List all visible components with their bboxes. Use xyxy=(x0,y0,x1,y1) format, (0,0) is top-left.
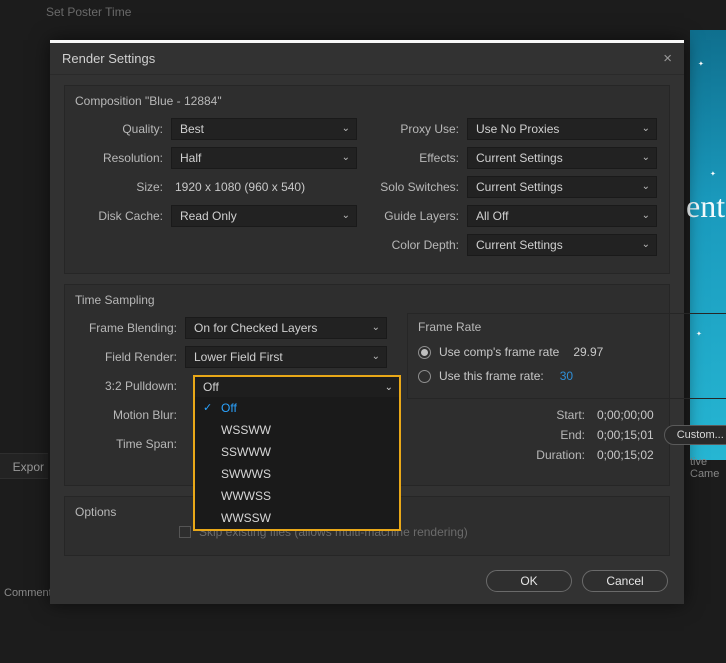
preview-text-fragment: ent xyxy=(686,188,725,225)
close-icon[interactable]: × xyxy=(663,50,672,67)
frame-blending-label: Frame Blending: xyxy=(75,321,185,335)
field-render-select[interactable]: Lower Field First ⌄ xyxy=(185,346,387,368)
pulldown-option-wwssw[interactable]: WWSSW xyxy=(195,507,399,529)
dialog-title: Render Settings xyxy=(62,51,155,66)
time-span-label: Time Span: xyxy=(75,437,185,451)
pulldown-label: 3:2 Pulldown: xyxy=(75,379,185,393)
chevron-down-icon: ⌄ xyxy=(372,351,380,362)
set-poster-time-button[interactable]: Set Poster Time xyxy=(46,0,131,24)
solo-switches-label: Solo Switches: xyxy=(377,180,467,194)
render-settings-dialog: Render Settings × Composition "Blue - 12… xyxy=(50,40,684,604)
time-sampling-section: Time Sampling Frame Blending: On for Che… xyxy=(64,284,670,486)
effects-label: Effects: xyxy=(377,151,467,165)
chevron-down-icon: ⌄ xyxy=(385,382,393,393)
chevron-down-icon: ⌄ xyxy=(642,152,650,163)
chevron-down-icon: ⌄ xyxy=(342,123,350,134)
frame-rate-title: Frame Rate xyxy=(418,320,726,334)
composition-section: Composition "Blue - 12884" Quality: Best… xyxy=(64,85,670,274)
skip-existing-checkbox[interactable] xyxy=(179,526,191,538)
pulldown-option-wssww[interactable]: WSSWW xyxy=(195,419,399,441)
right-column: Proxy Use: Use No Proxies ⌄ Effects: Cur… xyxy=(377,114,659,259)
pulldown-option-swwws[interactable]: SWWWS xyxy=(195,463,399,485)
motion-blur-label: Motion Blur: xyxy=(75,408,185,422)
use-comp-rate-radio[interactable] xyxy=(418,346,431,359)
frame-blending-select[interactable]: On for Checked Layers ⌄ xyxy=(185,317,387,339)
disk-cache-select[interactable]: Read Only ⌄ xyxy=(171,205,357,227)
chevron-down-icon: ⌄ xyxy=(642,181,650,192)
frame-rate-group: Frame Rate Use comp's frame rate 29.97 U… xyxy=(407,313,726,399)
start-value: 0;00;00;00 xyxy=(593,408,654,422)
quality-label: Quality: xyxy=(75,122,171,136)
custom-timespan-button[interactable]: Custom... xyxy=(664,425,726,445)
use-comp-rate-label: Use comp's frame rate xyxy=(439,345,559,359)
pulldown-option-sswww[interactable]: SSWWW xyxy=(195,441,399,463)
chevron-down-icon: ⌄ xyxy=(642,123,650,134)
left-column: Quality: Best ⌄ Resolution: Half ⌄ Size:… xyxy=(75,114,357,259)
use-this-rate-radio[interactable] xyxy=(418,370,431,383)
resolution-label: Resolution: xyxy=(75,151,171,165)
guide-layers-label: Guide Layers: xyxy=(377,209,467,223)
export-button-fragment[interactable]: Expor xyxy=(0,453,48,479)
frame-rate-input[interactable]: 30 xyxy=(560,369,573,383)
chevron-down-icon: ⌄ xyxy=(342,210,350,221)
chevron-down-icon: ⌄ xyxy=(642,210,650,221)
start-label: Start: xyxy=(407,408,593,422)
end-value: 0;00;15;01 xyxy=(593,428,654,442)
color-depth-value: Current Settings xyxy=(476,238,563,252)
pulldown-value: Off xyxy=(203,380,219,394)
ok-button[interactable]: OK xyxy=(486,570,572,592)
quality-select[interactable]: Best ⌄ xyxy=(171,118,357,140)
size-value: 1920 x 1080 (960 x 540) xyxy=(171,180,305,194)
dialog-footer: OK Cancel xyxy=(486,570,668,592)
composition-name: Composition "Blue - 12884" xyxy=(75,94,659,108)
use-this-rate-label: Use this frame rate: xyxy=(439,369,544,383)
time-sampling-right: Frame Rate Use comp's frame rate 29.97 U… xyxy=(407,313,726,465)
resolution-value: Half xyxy=(180,151,201,165)
frame-blending-value: On for Checked Layers xyxy=(194,321,317,335)
end-label: End: xyxy=(407,428,593,442)
duration-label: Duration: xyxy=(407,448,593,462)
size-label: Size: xyxy=(75,180,171,194)
effects-value: Current Settings xyxy=(476,151,563,165)
resolution-select[interactable]: Half ⌄ xyxy=(171,147,357,169)
time-sampling-left: Frame Blending: On for Checked Layers ⌄ … xyxy=(75,313,387,465)
field-render-value: Lower Field First xyxy=(194,350,283,364)
proxy-use-select[interactable]: Use No Proxies ⌄ xyxy=(467,118,657,140)
chevron-down-icon: ⌄ xyxy=(342,152,350,163)
proxy-use-label: Proxy Use: xyxy=(377,122,467,136)
disk-cache-label: Disk Cache: xyxy=(75,209,171,223)
guide-layers-value: All Off xyxy=(476,209,508,223)
proxy-use-value: Use No Proxies xyxy=(476,122,559,136)
field-render-label: Field Render: xyxy=(75,350,185,364)
pulldown-dropdown: Off WSSWW SSWWW SWWWS WWWSS WWSSW xyxy=(193,397,401,531)
chevron-down-icon: ⌄ xyxy=(372,322,380,333)
solo-switches-value: Current Settings xyxy=(476,180,563,194)
comp-rate-value: 29.97 xyxy=(573,345,603,359)
effects-select[interactable]: Current Settings ⌄ xyxy=(467,147,657,169)
time-span-info: Start: 0;00;00;00 End: 0;00;15;01 Custom… xyxy=(407,405,726,465)
pulldown-option-wwwss[interactable]: WWWSS xyxy=(195,485,399,507)
color-depth-label: Color Depth: xyxy=(377,238,467,252)
disk-cache-value: Read Only xyxy=(180,209,237,223)
quality-value: Best xyxy=(180,122,204,136)
color-depth-select[interactable]: Current Settings ⌄ xyxy=(467,234,657,256)
dialog-titlebar: Render Settings × xyxy=(50,43,684,75)
guide-layers-select[interactable]: All Off ⌄ xyxy=(467,205,657,227)
chevron-down-icon: ⌄ xyxy=(642,239,650,250)
solo-switches-select[interactable]: Current Settings ⌄ xyxy=(467,176,657,198)
pulldown-select[interactable]: Off ⌄ xyxy=(193,375,401,397)
time-sampling-title: Time Sampling xyxy=(75,293,659,307)
duration-value: 0;00;15;02 xyxy=(593,448,654,462)
cancel-button[interactable]: Cancel xyxy=(582,570,668,592)
pulldown-option-off[interactable]: Off xyxy=(195,397,399,419)
